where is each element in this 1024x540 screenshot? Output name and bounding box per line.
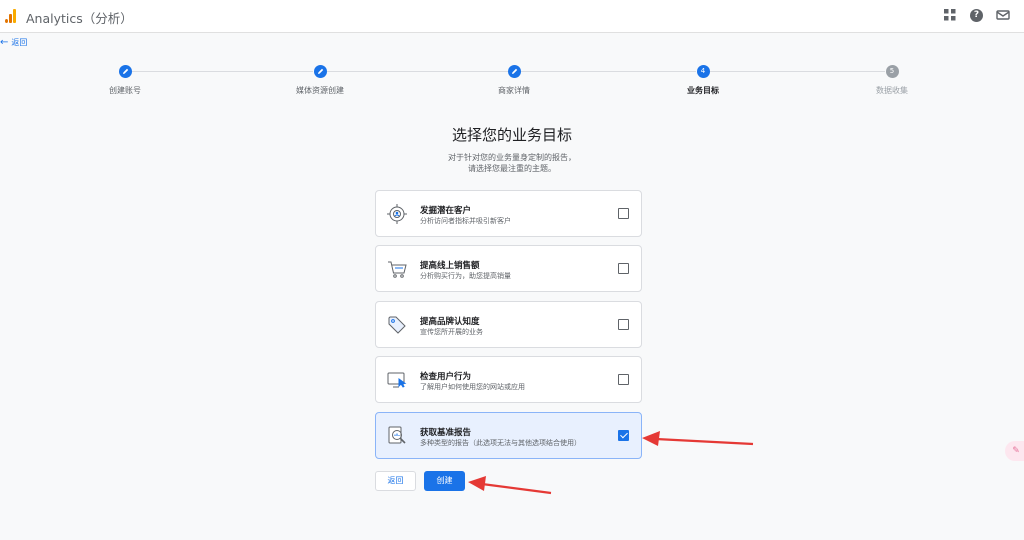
annotation-arrows: [468, 431, 754, 495]
annotation-arrow-to-checkbox: [642, 431, 754, 446]
annotation-arrow-to-create-button: [468, 476, 552, 495]
